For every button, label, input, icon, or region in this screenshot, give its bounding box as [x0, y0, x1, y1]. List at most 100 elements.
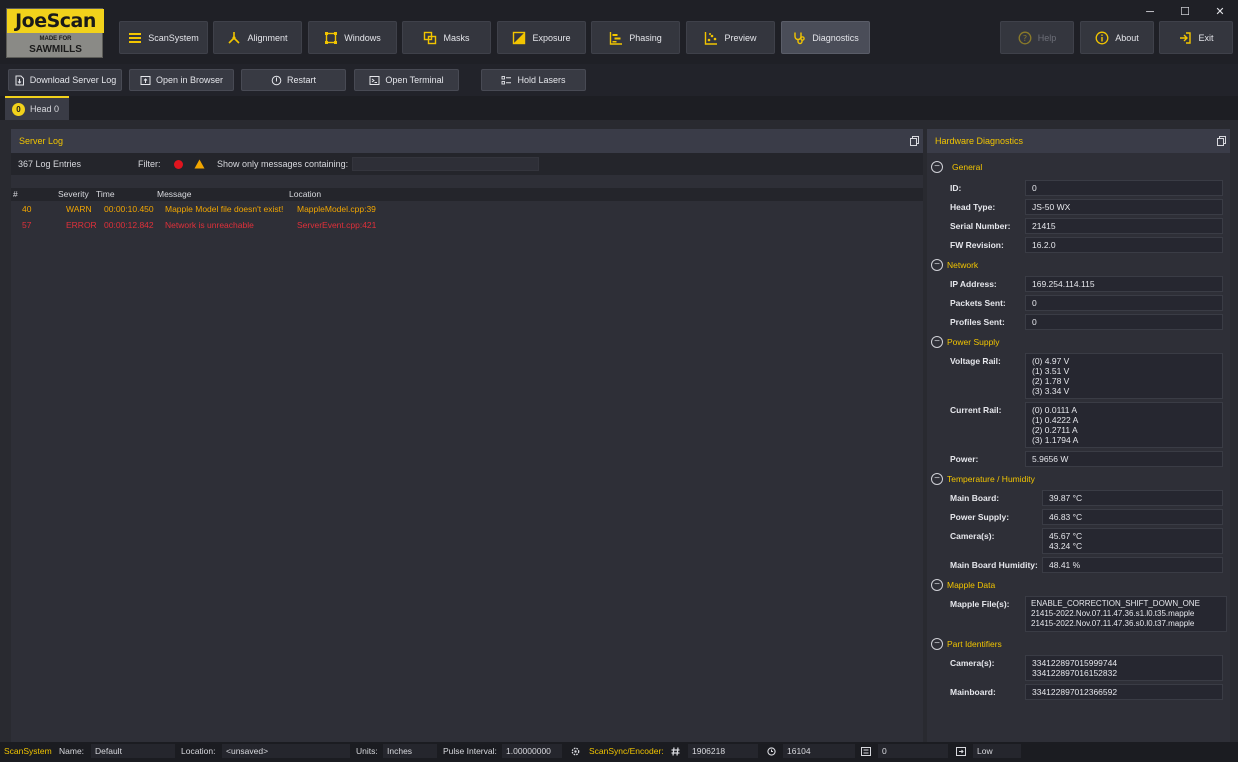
- collapse-icon: −: [931, 638, 943, 650]
- section-part-identifiers-label: Part Identifiers: [947, 639, 1002, 649]
- status-units-label: Units:: [356, 746, 378, 756]
- copy-icon[interactable]: [910, 136, 919, 146]
- status-count-value: 0: [882, 746, 887, 756]
- info-icon: [1095, 31, 1109, 44]
- search-label: Show only messages containing:: [217, 159, 349, 169]
- nav-windows-button[interactable]: Windows: [308, 21, 397, 54]
- about-button[interactable]: About: [1080, 21, 1154, 54]
- nav-phasing-label: Phasing: [629, 32, 662, 43]
- copy-icon[interactable]: [1217, 136, 1226, 146]
- section-network-label: Network: [947, 260, 979, 270]
- camera-temp-0: 45.67 °C: [1049, 531, 1083, 541]
- open-terminal-label: Open Terminal: [385, 75, 444, 85]
- serial-number-label: Serial Number:: [950, 221, 1011, 231]
- collapse-icon: −: [931, 336, 943, 348]
- nav-scansystem-button[interactable]: ScanSystem: [119, 21, 208, 54]
- nav-exposure-label: Exposure: [532, 32, 571, 43]
- filter-label: Filter:: [138, 159, 161, 169]
- main-board-temp-label: Main Board:: [950, 493, 1000, 503]
- nav-scansystem-label: ScanSystem: [148, 32, 199, 43]
- terminal-icon: [369, 75, 380, 85]
- status-level-value: Low: [977, 746, 993, 756]
- section-general[interactable]: − General: [931, 159, 982, 175]
- row-number: 57: [22, 220, 32, 230]
- col-message[interactable]: Message: [157, 188, 192, 201]
- log-column-headers: # Severity Time Message Location: [11, 188, 923, 201]
- signal-icon: [956, 747, 966, 756]
- hash-icon: [671, 747, 680, 756]
- voltage-rail-label: Voltage Rail:: [950, 356, 1001, 366]
- humidity-label: Main Board Humidity:: [950, 560, 1038, 570]
- log-filter-bar: 367 Log Entries Filter: Show only messag…: [11, 153, 923, 175]
- row-message: Mapple Model file doesn't exist!: [165, 204, 284, 214]
- nav-masks-button[interactable]: Masks: [402, 21, 491, 54]
- error-filter-icon[interactable]: [174, 160, 183, 169]
- status-count-field: [878, 744, 948, 758]
- nav-preview-button[interactable]: Preview: [686, 21, 775, 54]
- power-supply-temp-label: Power Supply:: [950, 512, 1010, 522]
- exit-label: Exit: [1198, 32, 1214, 43]
- hold-lasers-button[interactable]: Hold Lasers: [481, 69, 586, 91]
- mapple-file-1: 21415-2022.Nov.07.11.47.36.s1.l0.t35.map…: [1031, 609, 1195, 618]
- clock-icon: [767, 747, 776, 756]
- collapse-icon: −: [931, 161, 943, 173]
- row-location: MappleModel.cpp:39: [297, 204, 376, 214]
- col-location[interactable]: Location: [289, 188, 321, 201]
- message-search-input[interactable]: [352, 157, 539, 171]
- exit-button[interactable]: Exit: [1159, 21, 1233, 54]
- help-label: Help: [1037, 32, 1057, 43]
- mapple-files-value: ENABLE_CORRECTION_SHIFT_DOWN_ONE 21415-2…: [1025, 596, 1227, 632]
- id-label: ID:: [950, 183, 962, 193]
- nav-diagnostics-button[interactable]: Diagnostics: [781, 21, 870, 54]
- nav-exposure-button[interactable]: Exposure: [497, 21, 586, 54]
- download-server-log-button[interactable]: Download Server Log: [8, 69, 122, 91]
- restart-label: Restart: [286, 75, 316, 85]
- fw-revision-value: 16.2.0: [1025, 237, 1223, 253]
- voltage-rail-2: (2) 1.78 V: [1032, 376, 1070, 386]
- col-severity[interactable]: Severity: [58, 188, 89, 201]
- ip-address-value: 169.254.114.115: [1025, 276, 1223, 292]
- row-message: Network is unreachable: [165, 220, 254, 230]
- section-power-supply[interactable]: − Power Supply: [931, 334, 999, 350]
- section-part-identifiers[interactable]: − Part Identifiers: [931, 636, 1002, 652]
- warning-filter-icon[interactable]: [194, 159, 205, 169]
- maximize-button[interactable]: ☐: [1176, 4, 1194, 20]
- open-terminal-button[interactable]: Open Terminal: [354, 69, 459, 91]
- voltage-rail-1: (1) 3.51 V: [1032, 366, 1070, 376]
- minimize-button[interactable]: ─: [1141, 4, 1159, 20]
- status-pulse-label: Pulse Interval:: [443, 746, 497, 756]
- help-button[interactable]: ? Help: [1000, 21, 1074, 54]
- nav-alignment-button[interactable]: Alignment: [213, 21, 302, 54]
- mainboard-id-label: Mainboard:: [950, 687, 996, 697]
- section-network[interactable]: − Network: [931, 257, 978, 273]
- col-time[interactable]: Time: [96, 188, 115, 201]
- log-row-warn[interactable]: 40 WARN 00:00:10.450 Mapple Model file d…: [11, 202, 923, 217]
- nav-phasing-button[interactable]: Phasing: [591, 21, 680, 54]
- head-type-value: JS-50 WX: [1025, 199, 1223, 215]
- gear-icon: [571, 747, 580, 756]
- col-number[interactable]: #: [13, 188, 18, 201]
- preview-icon: [705, 31, 718, 45]
- title-bar: JoeScan MADE FOR SAWMILLS ScanSystem Ali…: [0, 0, 1238, 64]
- status-sync-label: ScanSync/Encoder:: [589, 746, 664, 756]
- counter-icon: [861, 747, 871, 756]
- tab-head-0[interactable]: 0 Head 0: [5, 96, 69, 120]
- current-rail-value: (0) 0.0111 A (1) 0.4222 A (2) 0.2711 A (…: [1025, 402, 1223, 448]
- mapple-file-0: ENABLE_CORRECTION_SHIFT_DOWN_ONE: [1031, 599, 1200, 608]
- log-row-error[interactable]: 57 ERROR 00:00:12.842 Network is unreach…: [11, 218, 923, 233]
- status-location-value: <unsaved>: [226, 746, 269, 756]
- profiles-sent-label: Profiles Sent:: [950, 317, 1005, 327]
- part-camera-label: Camera(s):: [950, 658, 995, 668]
- power-label: Power:: [950, 454, 979, 464]
- mapple-files-label: Mapple File(s):: [950, 599, 1010, 609]
- section-temperature[interactable]: − Temperature / Humidity: [931, 471, 1035, 487]
- hardware-diagnostics-panel: Hardware Diagnostics − General ID: 0 Hea…: [927, 129, 1230, 742]
- open-in-browser-button[interactable]: Open in Browser: [129, 69, 234, 91]
- windows-icon: [325, 31, 338, 44]
- open-in-browser-label: Open in Browser: [155, 75, 224, 85]
- close-button[interactable]: ✕: [1211, 4, 1229, 20]
- section-mapple-data[interactable]: − Mapple Data: [931, 577, 995, 593]
- logo-sub: SAWMILLS: [29, 44, 82, 55]
- camera-temp-1: 43.24 °C: [1049, 541, 1083, 551]
- restart-button[interactable]: Restart: [241, 69, 346, 91]
